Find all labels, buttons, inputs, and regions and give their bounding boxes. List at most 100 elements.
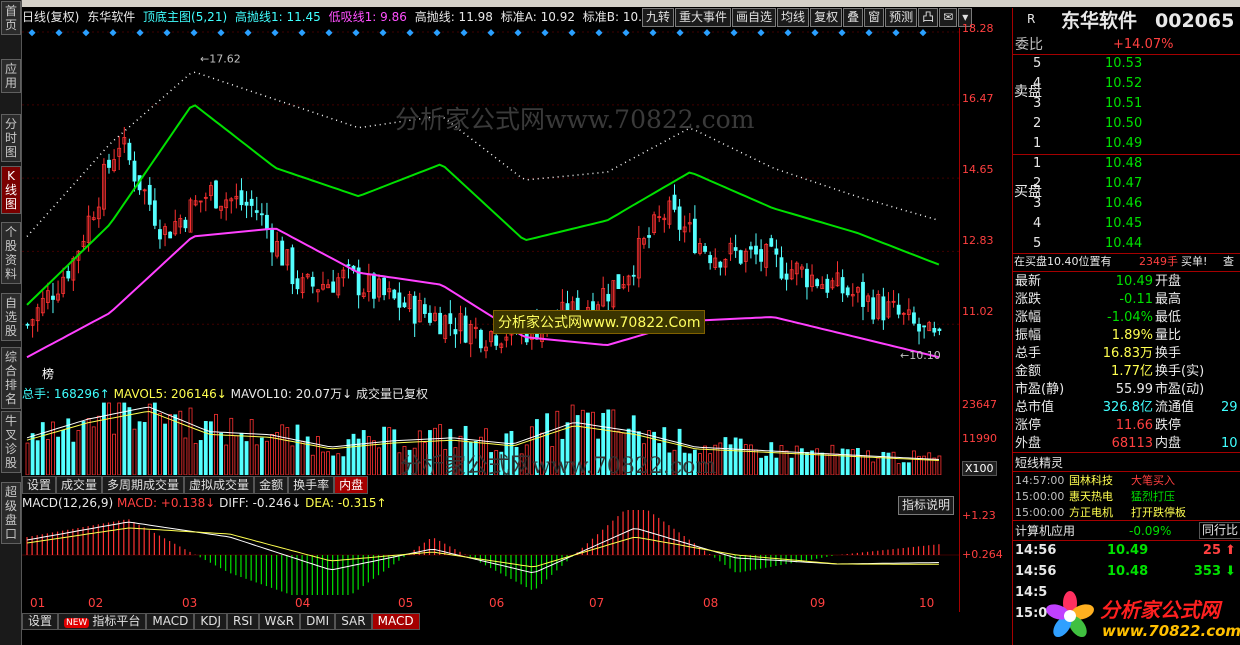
volume-bar	[789, 457, 794, 475]
sell-side-label: 卖盘	[1013, 76, 1240, 100]
signal-marker	[136, 29, 144, 37]
volume-tab[interactable]: 金额	[254, 476, 289, 494]
query-button[interactable]: 查	[1223, 253, 1234, 271]
volume-bar	[280, 424, 285, 475]
indicator-tab[interactable]: W&R	[258, 613, 301, 630]
toolbar-button[interactable]: 叠	[843, 8, 864, 27]
volume-tab[interactable]: 虚拟成交量	[184, 476, 255, 494]
macd-chart[interactable]	[22, 510, 959, 595]
notice-volume: 2349手	[1139, 255, 1178, 268]
stat-row: 振幅 1.89% 量比	[1013, 327, 1240, 345]
candle-body	[183, 219, 188, 229]
indicator-tab[interactable]: DMI	[300, 613, 336, 630]
toolbar-button[interactable]: 复权	[810, 8, 843, 27]
sidebar-tab[interactable]: 分时图	[1, 114, 21, 162]
month-label: 05	[398, 596, 414, 610]
volume-tab[interactable]: 换手率	[288, 476, 335, 494]
volume-tab[interactable]: 内盘	[334, 476, 369, 494]
volume-tab[interactable]: 成交量	[56, 476, 103, 494]
indicator-tab[interactable]: MACD	[146, 613, 195, 630]
sidebar-tab[interactable]: K线图	[1, 166, 21, 214]
chart-toolbar: 九转 重大事件 画自选 均线 复权叠窗预测凸 ✉ ▾	[641, 8, 973, 27]
candle-body	[244, 201, 249, 206]
volume-bar	[142, 422, 147, 475]
indicator-tab[interactable]: 设置	[22, 613, 59, 630]
price-chart[interactable]: ←17.62 ←10.10 榜	[22, 28, 959, 382]
signal-marker	[352, 29, 360, 37]
stock-name-label: 东华软件	[87, 10, 136, 24]
volume-bar	[366, 436, 371, 475]
watermark-volume: 分析家公式网www.70822.com	[400, 454, 717, 479]
indicator-tab[interactable]: SAR	[335, 613, 372, 630]
candle-body	[917, 323, 921, 332]
candle-body	[718, 261, 723, 268]
indicator-name[interactable]: 顶底主图(5,21)	[143, 10, 227, 24]
price-tick: 14.65	[962, 163, 994, 176]
indicator-tab[interactable]: RSI	[227, 613, 259, 630]
logo-text: 分析家公式网	[1100, 598, 1220, 622]
sidebar-tab[interactable]: 自选股	[1, 293, 21, 341]
volume-bar	[392, 429, 397, 475]
stat-value: -1.04%	[1107, 310, 1153, 325]
volume-tab[interactable]: 多周期成交量	[102, 476, 185, 494]
sidebar-tab[interactable]: 应用	[1, 59, 21, 93]
sidebar-tab[interactable]: 超级盘口	[1, 482, 21, 544]
sidebar-tab[interactable]: 牛叉诊股	[1, 411, 21, 473]
volume-bar	[61, 430, 66, 475]
sidebar-tab[interactable]: 综合排名	[1, 347, 21, 409]
toolbar-button[interactable]: 重大事件	[675, 8, 732, 27]
indicator-tabs: 设置 NEW 指标平台 MACD KDJ RSI W&R DMI SAR MACD	[22, 613, 420, 630]
stat-row: 市盈(静) 55.99 市盈(动)	[1013, 381, 1240, 399]
peer-compare-button[interactable]: 同行比	[1199, 522, 1240, 539]
volume-bar	[71, 441, 76, 475]
month-label: 08	[703, 596, 719, 610]
candle-body	[647, 235, 651, 238]
toolbar-button[interactable]: 画自选	[732, 8, 777, 27]
indicator-tab[interactable]: NEW 指标平台	[58, 613, 147, 630]
indicator-tab[interactable]: MACD	[371, 613, 420, 630]
volume-unit[interactable]: X100	[962, 461, 997, 476]
sidebar-tab[interactable]: 个股资料	[1, 222, 21, 284]
ask-price: 10.49	[1105, 136, 1143, 151]
toolbar-button[interactable]: 均线	[777, 8, 810, 27]
signal-marker	[28, 29, 36, 37]
tick-price: 10.49	[1107, 543, 1149, 558]
volume-bar	[168, 414, 173, 475]
stat-label: 市盈(静)	[1015, 382, 1065, 397]
toolbar-button[interactable]: 窗	[864, 8, 885, 27]
sector-row: 计算机应用 -0.09% 同行比	[1013, 522, 1240, 540]
month-label: 07	[589, 596, 605, 610]
toolbar-button[interactable]: 预测	[885, 8, 918, 27]
volume-bar	[937, 455, 942, 475]
candle-body	[672, 194, 677, 210]
square-icon[interactable]: 凸	[918, 8, 939, 27]
new-badge: NEW	[64, 618, 90, 628]
volume-bar	[754, 449, 758, 475]
signal-marker	[838, 29, 846, 37]
mail-icon[interactable]: ✉	[939, 8, 958, 27]
candle-body	[845, 287, 850, 296]
volume-tab[interactable]: 设置	[22, 476, 57, 494]
volume-bar	[840, 448, 845, 475]
volume-bar	[127, 407, 132, 475]
volume-bar	[779, 445, 784, 475]
dea-value: DEA: -0.315↑	[305, 496, 387, 510]
stat-row: 外盘 68113 内盘 10	[1013, 435, 1240, 453]
stat-label: 流通值	[1155, 400, 1195, 415]
signal-marker	[460, 29, 468, 37]
volume-bar	[40, 422, 45, 475]
candle-body	[158, 229, 162, 240]
period-label[interactable]: 日线(复权)	[22, 10, 79, 24]
stat-label: 最新	[1015, 274, 1042, 289]
volume-bar	[244, 441, 249, 475]
volume-bar	[219, 432, 223, 475]
indicator-tab[interactable]: KDJ	[194, 613, 227, 630]
sidebar-tab[interactable]: 首页	[1, 1, 21, 35]
stat-value: 55.99	[1115, 382, 1153, 397]
stat-row: 金额 1.77亿 换手(实)	[1013, 363, 1240, 381]
volume-bar	[96, 415, 101, 475]
toolbar-button[interactable]: 九转	[642, 8, 675, 27]
high-line-value: 高抛线1: 11.45	[234, 10, 321, 24]
signal-marker	[433, 29, 441, 37]
volume-bar	[158, 413, 162, 475]
